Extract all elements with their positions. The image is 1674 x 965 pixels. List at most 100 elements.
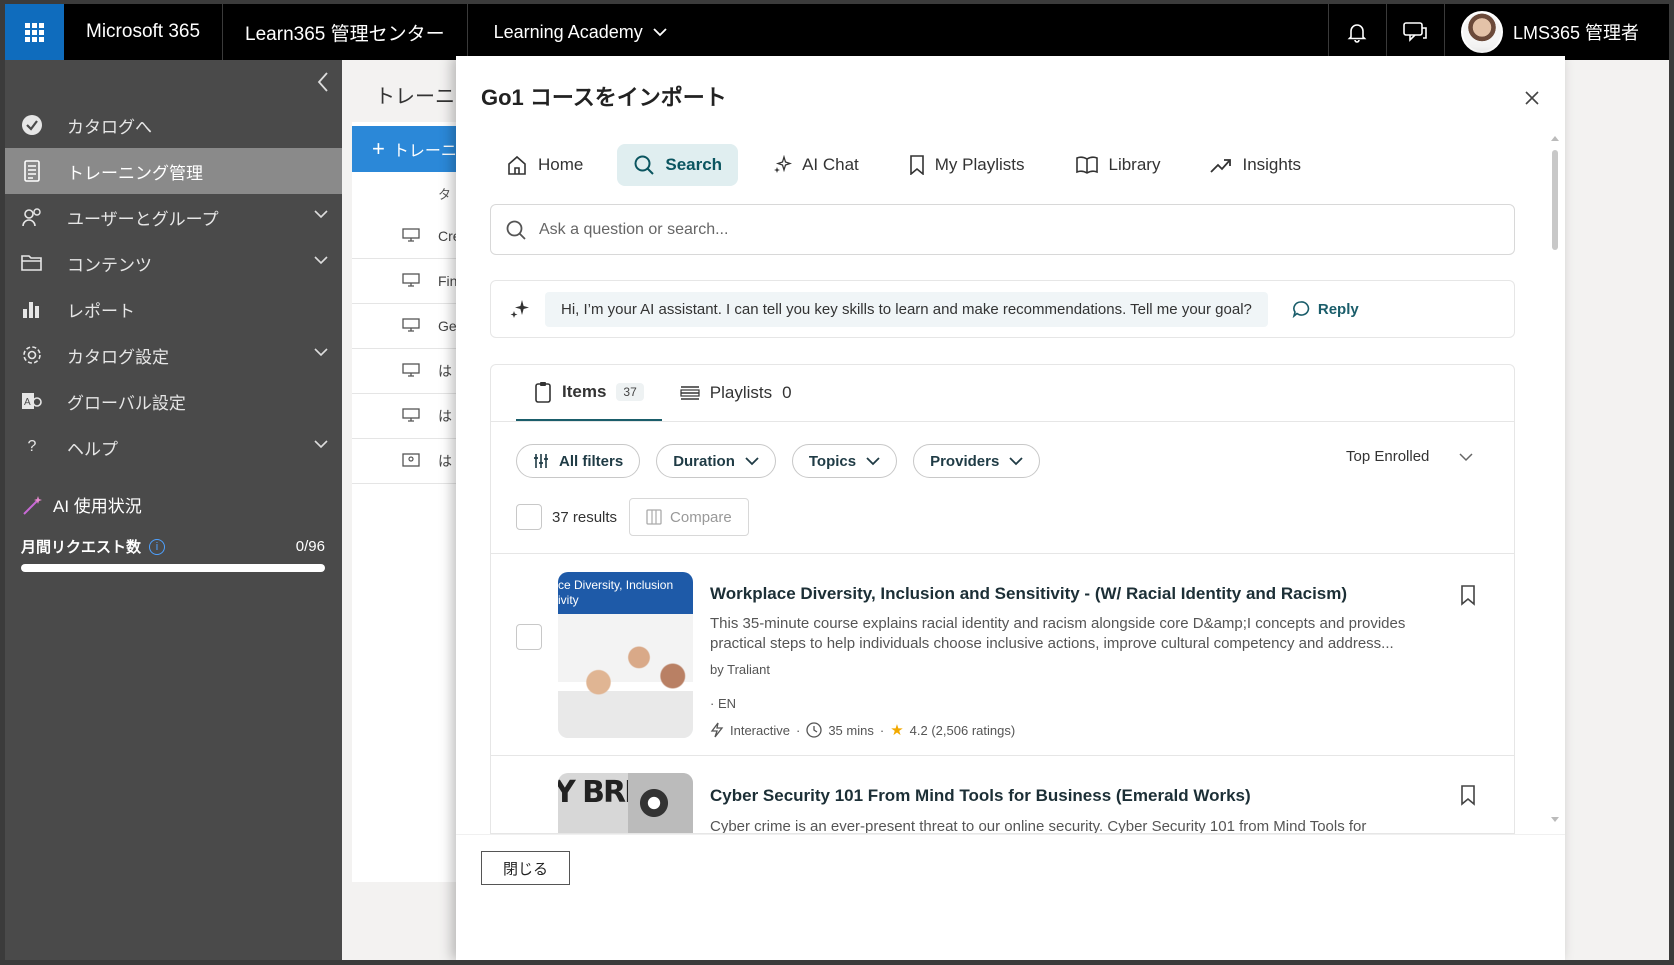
result-tabs: Items 37 Playlists 0 [516,365,810,421]
scroll-thumb[interactable] [1552,150,1558,250]
collapse-sidebar-button[interactable] [311,68,335,96]
app-launcher-button[interactable] [5,4,64,60]
sidebar-item-catalog-settings[interactable]: カタログ設定 [5,332,342,378]
import-panel: Go1 コースをインポート Home Search AI Chat My Pla… [456,56,1565,960]
bar-chart-icon [21,298,43,320]
sidebar-item-label: グローバル設定 [67,393,186,413]
search-icon [634,155,655,175]
panel-scrollbar[interactable] [1550,134,1560,834]
close-panel-button[interactable] [1520,86,1544,110]
tab-ai-chat[interactable]: AI Chat [756,144,875,186]
sidebar-item-content[interactable]: コンテンツ [5,240,342,286]
tab-playlists[interactable]: Playlists 0 [662,365,810,421]
app-name[interactable]: Learn365 管理センター [223,4,468,60]
sort-dropdown[interactable]: Top Enrolled [1346,448,1473,465]
table-row[interactable]: Fin [352,259,472,304]
course-card[interactable]: ce Diversity, Inclusion ivity Workplace D… [491,554,1514,754]
monitor-icon [402,228,420,245]
chevron-down-icon [866,457,880,466]
sidebar-item-reports[interactable]: レポート [5,286,342,332]
thumbnail-image [558,614,693,738]
table-row[interactable]: Cre [352,214,472,259]
tab-items[interactable]: Items 37 [516,365,662,421]
tab-label: My Playlists [934,155,1025,174]
help-icon: ? [27,438,37,455]
course-rating: 4.2 (2,506 ratings) [909,722,1016,738]
magic-wand-icon [23,495,42,515]
tab-label: Insights [1242,155,1302,174]
tab-label: AI Chat [802,155,859,174]
clock-icon [806,722,822,738]
filter-label: Duration [673,452,735,470]
close-icon [1525,91,1539,105]
chevron-down-icon [1459,452,1473,461]
items-count-badge: 37 [616,383,644,401]
catalog-check-icon [21,114,43,136]
tab-my-playlists[interactable]: My Playlists [893,144,1041,186]
feedback-button[interactable] [1385,4,1444,60]
course-description: This 35-minute course explains racial id… [710,615,1406,652]
monitor-icon [402,408,420,425]
go1-tabs: Home Search AI Chat My Playlists Library… [490,144,1335,186]
course-thumbnail: Y BRE [558,773,693,833]
playlists-count: 0 [782,383,792,402]
topics-filter[interactable]: Topics [791,444,898,478]
avatar [1460,11,1503,53]
course-title[interactable]: Cyber Security 101 From Mind Tools for B… [710,786,1251,806]
sidebar-item-help[interactable]: ? ヘルプ [5,424,342,470]
svg-text:A: A [24,397,31,408]
info-icon[interactable]: i [149,538,166,555]
table-row[interactable]: は [352,439,472,484]
duration-filter[interactable]: Duration [656,444,776,478]
tab-home[interactable]: Home [490,144,599,186]
course-title[interactable]: Workplace Diversity, Inclusion and Sensi… [710,584,1347,604]
course-card[interactable]: Y BRE Cyber Security 101 From Mind Tools… [491,756,1514,833]
monthly-requests-value: 0/96 [295,538,325,555]
sidebar-item-users[interactable]: ユーザーとグループ [5,194,342,240]
course-checkbox[interactable] [516,624,542,650]
bookmark-icon [909,155,924,175]
classroom-icon [402,453,420,470]
global-settings-icon: A [21,390,43,412]
user-name: LMS365 管理者 [1512,23,1639,43]
notifications-button[interactable] [1327,4,1386,60]
panel-title: Go1 コースをインポート [481,85,727,110]
sparkle-icon [510,300,529,318]
tab-insights[interactable]: Insights [1194,144,1317,186]
reply-button[interactable]: Reply [1292,300,1359,318]
new-training-button[interactable]: + トレーニ [352,126,472,172]
compare-button[interactable]: Compare [629,498,749,536]
sidebar-item-training[interactable]: トレーニング管理 [5,148,342,194]
table-row[interactable]: は [352,394,472,439]
playlists-label: Playlists [709,383,773,402]
bookmark-icon[interactable] [1459,584,1477,606]
select-all-checkbox[interactable] [516,504,542,530]
background-page: トレーニ + トレーニ タ Cre Fin Ge は は は [342,60,472,960]
chevron-left-icon [317,72,328,92]
results-section: Items 37 Playlists 0 All filters Duratio… [490,364,1515,834]
row-title: は [438,453,452,469]
sidebar-item-global-settings[interactable]: A グローバル設定 [5,378,342,424]
search-box [490,204,1515,255]
table-row[interactable]: は [352,349,472,394]
brand-name[interactable]: Microsoft 365 [64,4,224,60]
chat-bubble-icon [1292,301,1310,318]
star-icon: ★ [890,722,904,739]
providers-filter[interactable]: Providers [913,444,1041,478]
plus-icon: + [372,136,385,161]
chevron-down-icon [653,28,667,37]
filter-label: All filters [559,452,624,470]
reply-label: Reply [1317,300,1359,318]
waffle-icon [25,22,44,42]
search-input[interactable] [539,220,1514,239]
close-button[interactable]: 閉じる [481,851,570,885]
bookmark-icon[interactable] [1459,784,1477,806]
table-row[interactable]: Ge [352,304,472,349]
all-filters-button[interactable]: All filters [516,444,641,478]
tab-library[interactable]: Library [1059,144,1177,186]
filter-label: Topics [808,452,857,470]
user-menu[interactable]: LMS365 管理者 [1443,4,1669,60]
org-switcher[interactable]: Learning Academy [468,4,693,60]
sidebar-item-catalog[interactable]: カタログへ [5,102,342,148]
tab-search[interactable]: Search [617,144,739,186]
